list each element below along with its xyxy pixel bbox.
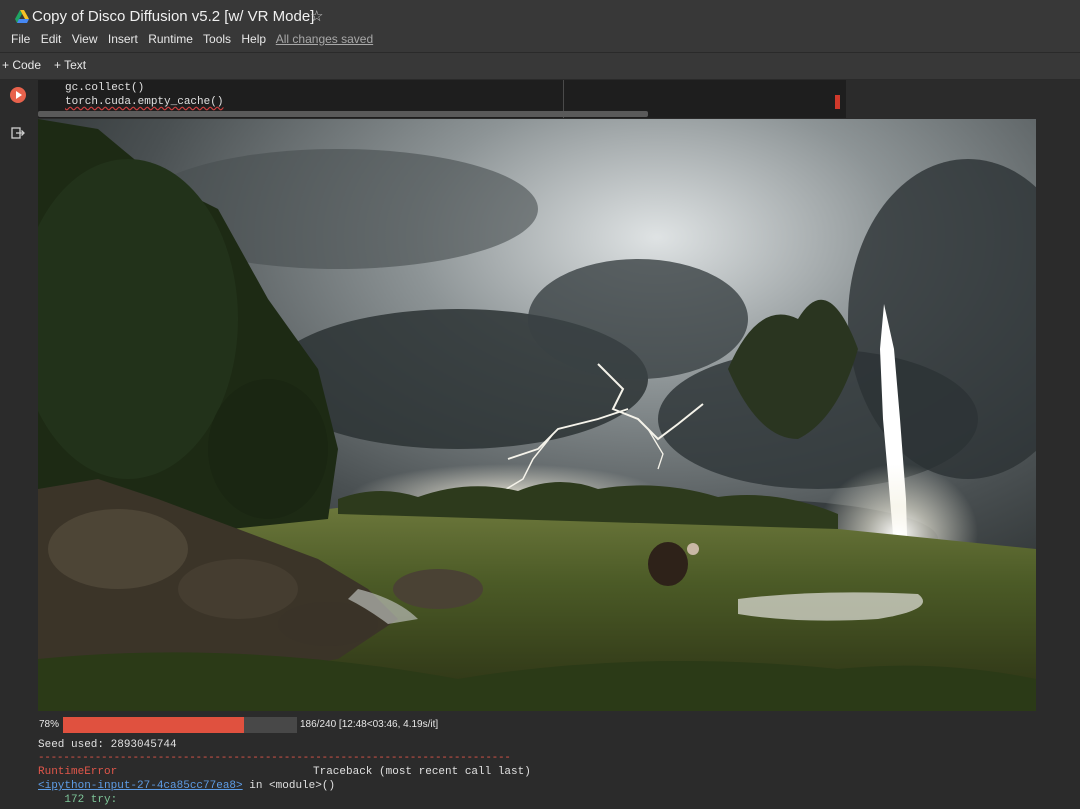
seed-output: Seed used: 2893045744 <box>38 739 177 751</box>
traceback-label: Traceback (most recent call last) <box>313 766 531 778</box>
menu-edit[interactable]: Edit <box>41 32 62 46</box>
traceback-source-line: <ipython-input-27-4ca85cc77ea8> in <modu… <box>38 780 335 792</box>
menu-file[interactable]: File <box>11 32 30 46</box>
cell-gutter <box>0 80 36 809</box>
menu-runtime[interactable]: Runtime <box>148 32 193 46</box>
progress-percent: 78% <box>39 719 60 730</box>
menu-insert[interactable]: Insert <box>108 32 138 46</box>
code-line[interactable]: torch.cuda.empty_cache() <box>65 96 223 108</box>
traceback-code-line: 172 try: <box>38 794 118 806</box>
code-editor[interactable]: gc.collect() torch.cuda.empty_cache() <box>38 80 846 118</box>
menu-view[interactable]: View <box>72 32 98 46</box>
error-name: RuntimeError <box>38 766 118 778</box>
output-exit-icon[interactable] <box>11 126 25 140</box>
error-divider: ----------------------------------------… <box>38 752 511 764</box>
menu-bar: File Edit View Insert Runtime Tools Help… <box>11 32 380 46</box>
landscape-image <box>38 119 1036 711</box>
add-text-cell-button[interactable]: + Text <box>54 58 86 72</box>
google-drive-icon[interactable] <box>15 10 29 23</box>
progress-fill <box>63 717 245 733</box>
progress-bar <box>63 717 297 733</box>
colab-header: Copy of Disco Diffusion v5.2 [w/ VR Mode… <box>0 0 1080 53</box>
code-line[interactable]: gc.collect() <box>65 82 144 94</box>
error-scroll-marker <box>835 95 840 109</box>
notebook-title[interactable]: Copy of Disco Diffusion v5.2 [w/ VR Mode… <box>32 8 314 25</box>
add-code-cell-button[interactable]: + Code <box>2 58 41 72</box>
ipython-input-link[interactable]: <ipython-input-27-4ca85cc77ea8> <box>38 780 243 792</box>
progress-stats: 186/240 [12:48<03:46, 4.19s/it] <box>300 719 439 730</box>
notebook-area: gc.collect() torch.cuda.empty_cache() 78… <box>0 80 1080 809</box>
menu-tools[interactable]: Tools <box>203 32 231 46</box>
generated-image <box>38 119 1036 711</box>
star-icon[interactable]: ☆ <box>310 7 323 25</box>
ipython-suffix: in <module>() <box>242 780 336 792</box>
notebook-toolbar: + Code + Text <box>0 53 1080 80</box>
run-cell-button[interactable] <box>10 87 26 103</box>
save-status-link[interactable]: All changes saved <box>276 32 373 46</box>
menu-help[interactable]: Help <box>241 32 266 46</box>
horizontal-scrollbar[interactable] <box>38 111 648 117</box>
